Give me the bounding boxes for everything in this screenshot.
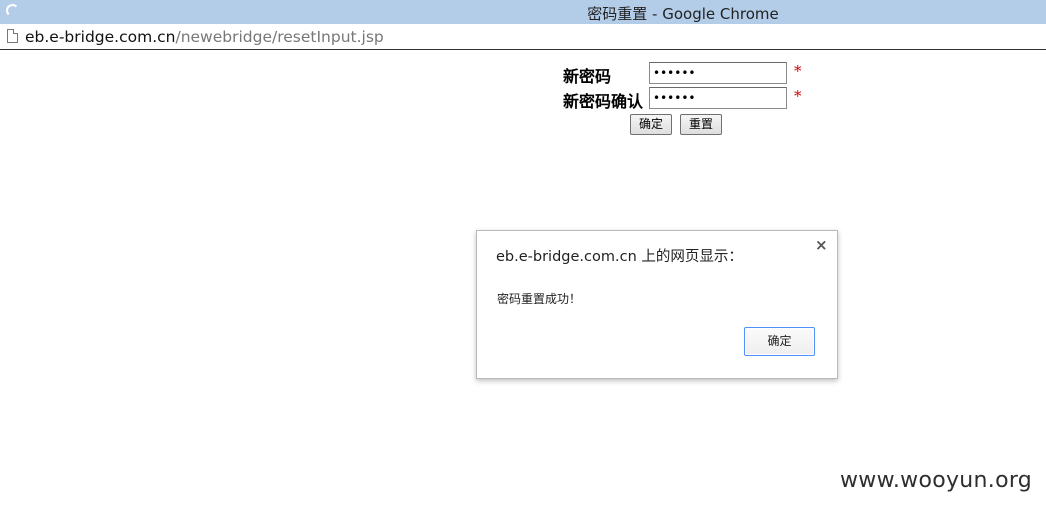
dialog-title: eb.e-bridge.com.cn 上的网页显示： — [496, 249, 743, 265]
url-host: eb.e-bridge.com.cn — [25, 28, 176, 46]
new-password-required-mark: * — [794, 62, 802, 80]
dialog-ok-button[interactable]: 确定 — [744, 327, 815, 356]
close-icon[interactable]: × — [815, 237, 828, 253]
new-password-label: 新密码 — [563, 67, 612, 86]
window-titlebar: 密码重置 - Google Chrome — [0, 0, 1046, 24]
address-url[interactable]: eb.e-bridge.com.cn/newebridge/resetInput… — [25, 28, 384, 46]
reset-button[interactable]: 重置 — [680, 114, 722, 135]
watermark: www.wooyun.org — [840, 468, 1033, 493]
url-path: /newebridge/resetInput.jsp — [175, 28, 384, 46]
confirm-password-label: 新密码确认 — [563, 92, 644, 111]
dialog-message: 密码重置成功！ — [497, 292, 582, 306]
address-bar[interactable]: eb.e-bridge.com.cn/newebridge/resetInput… — [0, 24, 1046, 50]
confirm-password-input[interactable] — [649, 87, 787, 109]
new-password-input[interactable] — [649, 62, 787, 84]
confirm-password-required-mark: * — [794, 87, 802, 105]
alert-dialog: eb.e-bridge.com.cn 上的网页显示： × 密码重置成功！ 确定 — [476, 230, 838, 379]
page-icon — [7, 29, 18, 43]
submit-button[interactable]: 确定 — [630, 114, 672, 135]
window-title: 密码重置 - Google Chrome — [587, 5, 779, 23]
